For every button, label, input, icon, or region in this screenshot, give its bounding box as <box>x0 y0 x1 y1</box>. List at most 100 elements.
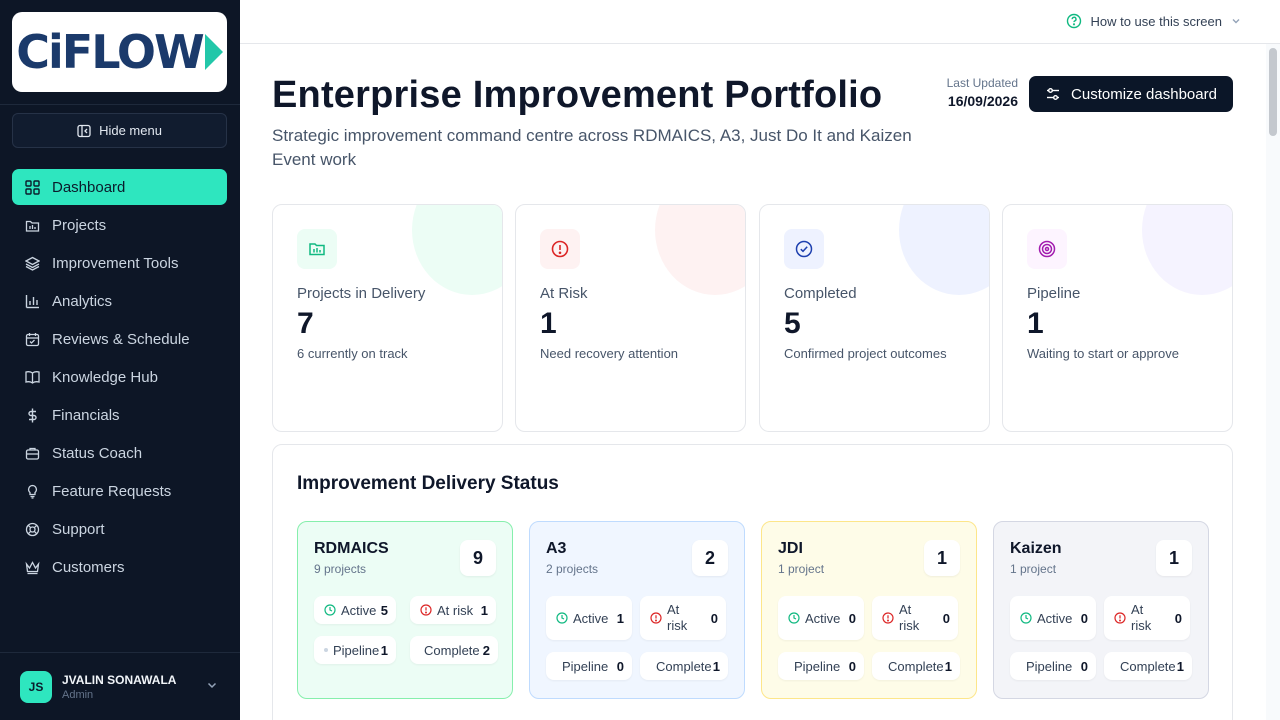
hide-menu-label: Hide menu <box>99 123 162 138</box>
page-scrollbar[interactable] <box>1266 44 1280 720</box>
kpi-subtext: Need recovery attention <box>540 346 679 361</box>
chip-label: At risk <box>437 602 474 618</box>
chip-label: Complete <box>1120 658 1176 674</box>
kpi-label: At Risk <box>540 285 588 302</box>
alert-icon <box>420 604 432 616</box>
logo-text: CiFLOW <box>16 25 223 79</box>
calendar-icon <box>24 331 40 347</box>
kpi-card-pipeline[interactable]: Pipeline 1 Waiting to start or approve <box>1002 204 1233 432</box>
chip-value: 0 <box>848 610 856 626</box>
hide-menu-button[interactable]: Hide menu <box>12 113 227 148</box>
chip-value: 2 <box>482 642 490 658</box>
sidebar-item-improvement-tools[interactable]: Improvement Tools <box>12 245 227 281</box>
chip-label: Complete <box>888 658 944 674</box>
card-decoration <box>1142 205 1232 295</box>
chip-label: Active <box>805 610 841 626</box>
method-total-badge: 9 <box>460 540 496 576</box>
kpi-card-at-risk[interactable]: At Risk 1 Need recovery attention <box>515 204 746 432</box>
chip-complete: Complete 2 <box>410 636 498 664</box>
sidebar-item-label: Projects <box>52 216 107 234</box>
alert-icon <box>650 612 662 624</box>
method-name: RDMAICS <box>314 540 389 557</box>
sidebar-item-reviews-schedule[interactable]: Reviews & Schedule <box>12 321 227 357</box>
chip-pipeline: Pipeline 0 <box>1010 652 1096 680</box>
chip-pipeline: Pipeline 0 <box>546 652 632 680</box>
method-card-kaizen[interactable]: Kaizen 1 project 1 Active 0 At risk 0 Pi… <box>993 521 1209 699</box>
bar-chart-icon <box>24 293 40 309</box>
logo-wordmark: CiFLOW <box>16 25 204 79</box>
kpi-value: 7 <box>297 307 314 340</box>
sidebar-item-dashboard[interactable]: Dashboard <box>12 169 227 205</box>
kpi-label: Pipeline <box>1027 285 1081 302</box>
method-name: Kaizen <box>1010 540 1062 557</box>
chip-value: 0 <box>1080 658 1088 674</box>
chip-at-risk: At risk 0 <box>1104 596 1190 640</box>
sidebar-item-support[interactable]: Support <box>12 511 227 547</box>
kpi-card-projects-in-delivery[interactable]: Projects in Delivery 7 6 currently on tr… <box>272 204 503 432</box>
delivery-status-panel: Improvement Delivery Status RDMAICS 9 pr… <box>272 444 1233 720</box>
sidebar-item-knowledge-hub[interactable]: Knowledge Hub <box>12 359 227 395</box>
chip-at-risk: At risk 0 <box>872 596 958 640</box>
chip-label: Pipeline <box>333 642 380 658</box>
chip-value: 1 <box>712 658 720 674</box>
clock-icon <box>324 604 336 616</box>
card-decoration <box>412 205 502 295</box>
crown-icon <box>24 559 40 575</box>
logo[interactable]: CiFLOW <box>12 12 227 92</box>
user-name: JVALIN SONAWALA <box>62 672 177 687</box>
chip-label: Complete <box>656 658 712 674</box>
sidebar-item-status-coach[interactable]: Status Coach <box>12 435 227 471</box>
help-circle-icon <box>1067 13 1082 29</box>
method-card-rdmaics[interactable]: RDMAICS 9 projects 9 Active 5 At risk 1 … <box>297 521 513 699</box>
chip-value: 5 <box>380 602 388 618</box>
kpi-value: 1 <box>1027 307 1044 340</box>
sidebar-divider <box>0 104 240 105</box>
sidebar-item-label: Customers <box>52 558 125 576</box>
kpi-subtext: 6 currently on track <box>297 346 408 361</box>
kpi-value: 5 <box>784 307 801 340</box>
lightbulb-icon <box>24 483 40 499</box>
topbar: How to use this screen <box>240 0 1280 44</box>
method-card-a3[interactable]: A3 2 projects 2 Active 1 At risk 0 Pipel… <box>529 521 745 699</box>
sidebar-collapse-icon <box>77 124 91 137</box>
user-info: JVALIN SONAWALA Admin <box>62 673 176 701</box>
chip-at-risk: At risk 0 <box>640 596 726 640</box>
kpi-card-completed[interactable]: Completed 5 Confirmed project outcomes <box>759 204 990 432</box>
kpi-value: 1 <box>540 307 557 340</box>
chip-value: 0 <box>1174 610 1182 626</box>
chip-label: Active <box>341 602 377 618</box>
chip-active: Active 0 <box>1010 596 1096 640</box>
scrollbar-thumb[interactable] <box>1269 48 1277 136</box>
sidebar-item-label: Knowledge Hub <box>52 368 158 386</box>
check-circle-icon <box>784 229 824 269</box>
chip-value: 0 <box>710 610 718 626</box>
chip-label: Complete <box>424 642 480 658</box>
chip-value: 0 <box>942 610 950 626</box>
method-total-badge: 2 <box>692 540 728 576</box>
chevron-down-icon[interactable] <box>206 679 218 691</box>
user-menu[interactable]: JS JVALIN SONAWALA Admin <box>0 652 240 720</box>
last-updated: Last Updated 16/09/2026 <box>920 76 1018 109</box>
sidebar-item-financials[interactable]: Financials <box>12 397 227 433</box>
sidebar-item-label: Feature Requests <box>52 482 172 500</box>
chip-label: At risk <box>667 602 688 633</box>
chip-value: 1 <box>380 642 388 658</box>
sidebar-item-feature-requests[interactable]: Feature Requests <box>12 473 227 509</box>
sidebar-item-customers[interactable]: Customers <box>12 549 227 585</box>
chip-complete: Complete 1 <box>640 652 728 680</box>
chip-label: Active <box>573 610 609 626</box>
customize-dashboard-button[interactable]: Customize dashboard <box>1029 76 1233 112</box>
sidebar-item-label: Financials <box>52 406 120 424</box>
layers-icon <box>24 255 40 271</box>
help-link[interactable]: How to use this screen <box>1066 13 1242 29</box>
method-total-badge: 1 <box>1156 540 1192 576</box>
sidebar-item-analytics[interactable]: Analytics <box>12 283 227 319</box>
clock-icon <box>788 612 800 624</box>
sidebar-item-projects[interactable]: Projects <box>12 207 227 243</box>
last-updated-value: 16/09/2026 <box>947 93 1018 109</box>
chip-label: Pipeline <box>1026 658 1073 674</box>
chip-label: At risk <box>899 602 920 633</box>
method-name: JDI <box>778 540 803 557</box>
section-title: Improvement Delivery Status <box>297 473 559 494</box>
method-card-jdi[interactable]: JDI 1 project 1 Active 0 At risk 0 Pipel… <box>761 521 977 699</box>
